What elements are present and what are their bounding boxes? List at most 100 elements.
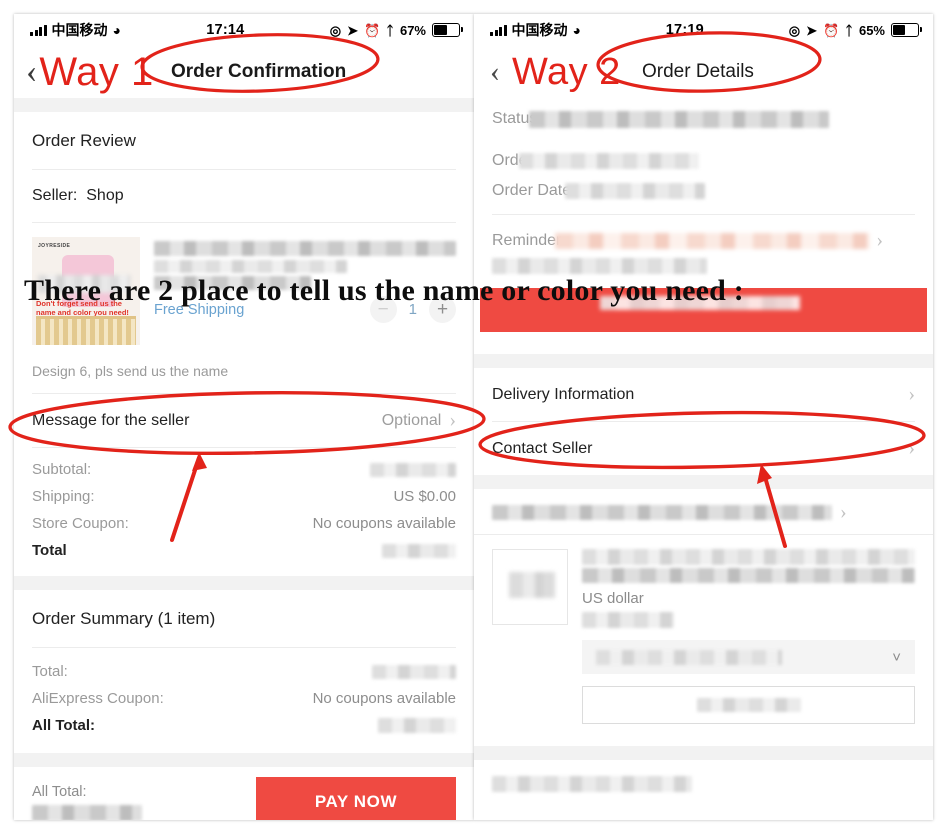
detail-row-reminder[interactable]: Reminder ›: [474, 223, 933, 258]
quantity-stepper: − 1 +: [369, 296, 456, 323]
thumbnail-brand-label: JOYRESIDE: [38, 243, 71, 249]
order-detail-header-section: Status Order Order Date Reminder ›: [474, 98, 933, 354]
divider: [492, 214, 915, 215]
item-action-button[interactable]: [582, 686, 915, 724]
back-chevron-icon[interactable]: ‹: [490, 57, 500, 87]
order-footer-section: [474, 760, 933, 808]
summary-value-redacted: [372, 664, 456, 679]
price-breakdown-list: Subtotal: Shipping: US $0.00 Store Coupo…: [14, 448, 474, 576]
detail-row-status: Status: [474, 104, 933, 134]
button-label-redacted: [696, 698, 801, 712]
bluetooth-icon: ᛏ: [386, 22, 394, 38]
detail-value-redacted: [565, 183, 706, 199]
section-gap: [474, 746, 933, 760]
store-row[interactable]: ›: [474, 489, 933, 534]
chevron-right-icon: ›: [840, 501, 847, 523]
order-review-section: Order Review Seller: Shop JOYRESIDE Don'…: [14, 112, 474, 576]
reminder-second-line: [474, 258, 933, 274]
order-summary-list: Total: AliExpress Coupon: No coupons ava…: [14, 648, 474, 753]
contact-seller-label: Contact Seller: [492, 439, 593, 457]
quantity-increase-button[interactable]: +: [429, 296, 456, 323]
message-for-seller-row[interactable]: Message for the seller Optional ›: [14, 394, 474, 447]
wifi-icon: ◕: [572, 22, 581, 38]
battery-percent-label: 65%: [858, 22, 885, 38]
order-summary-section: Order Summary (1 item) Total: AliExpress…: [14, 590, 474, 753]
status-bar-left-group: 中国移动 ◕: [30, 20, 121, 40]
thumbnail-fence-art: [36, 316, 136, 345]
summary-row-all-total: All Total:: [14, 712, 474, 739]
item-title-redacted: [582, 549, 915, 565]
seller-row[interactable]: Seller: Shop: [14, 170, 474, 222]
page-title: Order Confirmation: [171, 61, 347, 82]
pay-bar-total: All Total:: [32, 784, 142, 820]
summary-row-aliexpress-coupon[interactable]: AliExpress Coupon: No coupons available: [14, 685, 474, 712]
bluetooth-icon: ᛏ: [845, 22, 853, 38]
design-note-label: Design 6, pls send us the name: [32, 363, 229, 379]
price-key: Store Coupon:: [32, 515, 129, 532]
way-1-annotation-label: Way 1: [39, 50, 154, 94]
quantity-decrease-button[interactable]: −: [369, 296, 397, 323]
price-value-redacted: [370, 462, 456, 477]
price-key: Total: [32, 542, 67, 559]
free-shipping-label[interactable]: Free Shipping: [154, 302, 244, 318]
store-coupon-link[interactable]: No coupons available: [313, 515, 456, 532]
status-bar-left: 中国移动 ◕ 17:14 ◎ ➤ ⏰ ᛏ 67%: [14, 14, 474, 46]
footer-text-redacted: [492, 776, 692, 792]
location-arrow-icon: ➤: [347, 22, 358, 38]
status-bar-right-group: ◎ ➤ ⏰ ᛏ 67%: [329, 22, 463, 38]
section-gap: [14, 753, 474, 767]
order-summary-heading: Order Summary (1 item): [32, 609, 216, 628]
chevron-down-icon: ˅: [892, 648, 901, 666]
message-for-seller-label: Message for the seller: [32, 411, 190, 429]
pay-now-button[interactable]: PAY NOW: [256, 777, 456, 820]
chevron-right-icon: ›: [449, 409, 456, 431]
summary-row-total: Total:: [14, 658, 474, 685]
shipping-and-quantity-row: Free Shipping − 1 +: [154, 290, 456, 323]
price-key: Subtotal:: [32, 461, 92, 478]
item-variant-redacted: [582, 568, 915, 583]
clock-label: 17:14: [206, 22, 245, 38]
contact-seller-row[interactable]: Contact Seller ›: [474, 422, 933, 475]
delivery-information-label: Delivery Information: [492, 385, 635, 403]
item-thumbnail[interactable]: [492, 549, 568, 625]
detail-row-order: Order: [474, 146, 933, 176]
alarm-clock-icon: ⏰: [363, 22, 381, 38]
chevron-right-icon: ›: [908, 383, 915, 405]
detail-value-redacted: [529, 110, 830, 128]
reminder-value-redacted: [555, 232, 871, 249]
chevron-right-icon: ›: [908, 437, 915, 459]
nav-bar-right: ‹ Way 2 Order Details: [474, 46, 933, 98]
aliexpress-coupon-link[interactable]: No coupons available: [313, 690, 456, 707]
price-value: US $0.00: [393, 488, 456, 505]
pay-bar-total-redacted: [32, 804, 142, 820]
delivery-information-row[interactable]: Delivery Information ›: [474, 368, 933, 421]
pay-bar: All Total: PAY NOW: [14, 767, 474, 820]
order-item-row[interactable]: US dollar ˅: [474, 535, 933, 732]
thumbnail-redaction: [38, 275, 130, 293]
item-select-dropdown[interactable]: ˅: [582, 640, 915, 674]
seller-label: Seller:: [32, 187, 78, 204]
product-title-redacted: [154, 241, 456, 256]
battery-icon: [432, 23, 463, 37]
product-thumbnail[interactable]: JOYRESIDE Don't forget send us the name …: [32, 237, 140, 345]
order-links-section: Delivery Information › Contact Seller ›: [474, 368, 933, 475]
reminder-line-redacted: [492, 258, 707, 274]
cellular-signal-icon: [30, 24, 47, 36]
chevron-right-icon: ›: [876, 229, 884, 251]
section-gap: [14, 576, 474, 590]
summary-key: All Total:: [32, 717, 96, 734]
back-chevron-icon[interactable]: ‹: [26, 55, 37, 89]
rotation-lock-icon: ◎: [788, 22, 801, 38]
wifi-icon: ◕: [112, 22, 121, 38]
price-key: Shipping:: [32, 488, 95, 505]
summary-key: Total:: [32, 663, 68, 680]
rotation-lock-icon: ◎: [329, 22, 342, 38]
alarm-clock-icon: ⏰: [822, 22, 840, 38]
way-2-annotation-label: Way 2: [512, 51, 621, 93]
dropdown-value-redacted: [596, 649, 782, 665]
price-row-store-coupon[interactable]: Store Coupon: No coupons available: [14, 510, 474, 537]
store-name-redacted: [492, 505, 832, 520]
product-row[interactable]: JOYRESIDE Don't forget send us the name …: [14, 223, 474, 355]
